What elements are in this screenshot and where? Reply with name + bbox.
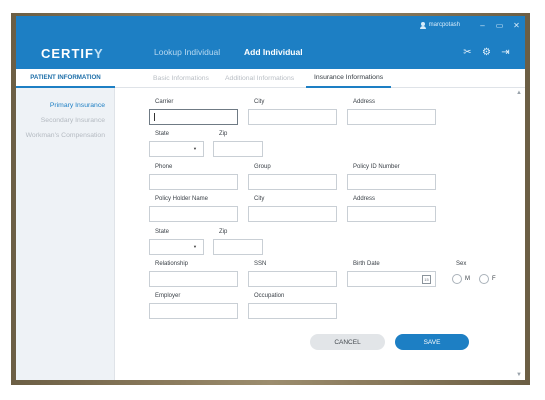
scroll-down-icon[interactable]: ▼ — [513, 370, 525, 380]
holder-state-select[interactable] — [149, 239, 204, 255]
holder-zip-label: Zip — [219, 229, 228, 235]
logo-text-tail: Y — [93, 46, 104, 61]
calendar-icon[interactable]: 15 — [422, 275, 431, 284]
sex-male-radio[interactable] — [452, 274, 462, 284]
header-actions: ✂ ⚙ ⇥ — [462, 47, 511, 58]
holder-zip-input[interactable] — [213, 239, 263, 255]
tools-icon[interactable]: ✂ — [462, 47, 473, 58]
vertical-scrollbar[interactable]: ▲ ▼ — [513, 88, 525, 380]
phone-label: Phone — [155, 164, 173, 170]
city-label: City — [254, 99, 265, 105]
sidebar-item-primary-insurance[interactable]: Primary Insurance — [50, 102, 105, 109]
state-label: State — [155, 131, 170, 137]
nav-add-individual[interactable]: Add Individual — [244, 47, 303, 57]
policy-id-input[interactable] — [347, 174, 436, 190]
user-account[interactable]: marcpotash — [419, 21, 460, 29]
carrier-input[interactable] — [149, 109, 238, 125]
employer-label: Employer — [155, 293, 181, 299]
sidebar-item-secondary-insurance[interactable]: Secondary Insurance — [41, 117, 105, 124]
minimize-button[interactable]: – — [474, 16, 491, 34]
group-input[interactable] — [248, 174, 337, 190]
birth-date-input[interactable]: 15 — [347, 271, 436, 287]
insurance-form: Carrier City Address State Zip Phone Gro… — [116, 88, 513, 380]
state-select[interactable] — [149, 141, 204, 157]
logo-text: CERTIF — [41, 46, 94, 61]
certify-logo: CERTIFY — [41, 46, 104, 61]
policy-id-label: Policy ID Number — [353, 164, 400, 170]
app-header: marcpotash – ▭ ✕ CERTIFY Lookup Individu… — [16, 16, 525, 69]
sex-female-label: F — [492, 276, 496, 282]
employer-input[interactable] — [149, 303, 238, 319]
user-icon — [419, 21, 426, 29]
close-button[interactable]: ✕ — [508, 16, 525, 34]
sex-female-radio[interactable] — [479, 274, 489, 284]
ssn-label: SSN — [254, 261, 267, 267]
address-input[interactable] — [347, 109, 436, 125]
holder-city-label: City — [254, 196, 265, 202]
address-label: Address — [353, 99, 376, 105]
holder-city-input[interactable] — [248, 206, 337, 222]
user-name: marcpotash — [428, 22, 460, 28]
section-title: PATIENT INFORMATION — [16, 69, 115, 88]
title-bar: marcpotash – ▭ ✕ — [16, 16, 525, 34]
zip-input[interactable] — [213, 141, 263, 157]
carrier-label: Carrier — [155, 99, 174, 105]
gear-icon[interactable]: ⚙ — [481, 47, 492, 58]
holder-state-label: State — [155, 229, 170, 235]
cancel-button[interactable]: CANCEL — [310, 334, 385, 350]
relationship-input[interactable] — [149, 271, 238, 287]
birth-date-label: Birth Date — [353, 261, 380, 267]
text-caret — [154, 113, 155, 121]
city-input[interactable] — [248, 109, 337, 125]
scroll-up-icon[interactable]: ▲ — [513, 88, 525, 98]
occupation-label: Occupation — [254, 293, 285, 299]
sex-label: Sex — [456, 261, 467, 267]
app-window: marcpotash – ▭ ✕ CERTIFY Lookup Individu… — [16, 16, 525, 380]
nav-lookup-individual[interactable]: Lookup Individual — [154, 47, 220, 57]
tab-insurance-informations[interactable]: Insurance Informations — [306, 69, 392, 88]
sub-navigation: PATIENT INFORMATION Basic Informations A… — [16, 69, 525, 88]
sidebar-item-workmans-compensation[interactable]: Workman's Compensation — [26, 132, 105, 139]
tab-additional-informations[interactable]: Additional Informations — [225, 69, 294, 88]
maximize-button[interactable]: ▭ — [491, 16, 508, 34]
tab-basic-informations[interactable]: Basic Informations — [153, 69, 209, 88]
relationship-label: Relationship — [155, 261, 189, 267]
logout-icon[interactable]: ⇥ — [500, 47, 511, 58]
save-button[interactable]: SAVE — [395, 334, 469, 350]
policy-holder-name-input[interactable] — [149, 206, 238, 222]
sidebar: Primary Insurance Secondary Insurance Wo… — [16, 88, 115, 380]
ssn-input[interactable] — [248, 271, 337, 287]
zip-label: Zip — [219, 131, 228, 137]
occupation-input[interactable] — [248, 303, 337, 319]
group-label: Group — [254, 164, 271, 170]
policy-holder-name-label: Policy Holder Name — [155, 196, 209, 202]
holder-address-input[interactable] — [347, 206, 436, 222]
sex-male-label: M — [465, 276, 470, 282]
holder-address-label: Address — [353, 196, 376, 202]
phone-input[interactable] — [149, 174, 238, 190]
